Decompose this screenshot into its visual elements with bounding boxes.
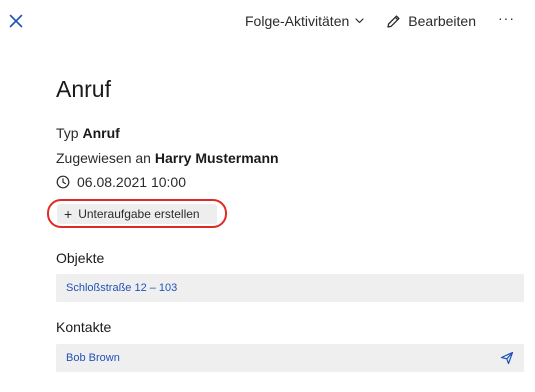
- page-title: Anruf: [56, 76, 111, 102]
- contacts-list-item: Bob Brown: [56, 344, 524, 372]
- more-options-icon: ···: [498, 10, 515, 26]
- object-link[interactable]: Schloßstraße 12 – 103: [66, 282, 177, 294]
- edit-button[interactable]: Bearbeiten: [386, 13, 476, 29]
- objects-list-item: Schloßstraße 12 – 103: [56, 274, 524, 302]
- contacts-heading: Kontakte: [56, 319, 112, 335]
- assigned-to-value: Harry Mustermann: [154, 150, 279, 166]
- close-icon: [9, 14, 23, 28]
- contact-link[interactable]: Bob Brown: [66, 352, 120, 364]
- topbar-actions: Folge-Aktivitäten Bearbeiten ···: [245, 10, 515, 32]
- followup-activities-button[interactable]: Folge-Aktivitäten: [245, 13, 364, 29]
- objects-heading: Objekte: [56, 250, 105, 266]
- activity-detail-panel: Folge-Aktivitäten Bearbeiten ··· Anruf T…: [0, 0, 535, 392]
- datetime-value: 06.08.2021 10:00: [77, 174, 186, 190]
- clock-icon: [56, 175, 70, 189]
- assigned-to-field: Zugewiesen an Harry Mustermann: [56, 150, 279, 166]
- create-subtask-button[interactable]: + Unteraufgabe erstellen: [57, 204, 217, 224]
- plus-icon: +: [64, 206, 73, 222]
- activity-type-value: Anruf: [82, 125, 120, 141]
- more-options-button[interactable]: ···: [498, 11, 515, 31]
- send-icon: [500, 351, 514, 365]
- edit-label: Bearbeiten: [408, 13, 476, 29]
- activity-type-prefix: Typ: [56, 125, 79, 141]
- close-button[interactable]: [6, 11, 26, 31]
- activity-type-field: Typ Anruf: [56, 125, 120, 141]
- assigned-to-prefix: Zugewiesen an: [56, 150, 151, 166]
- create-subtask-label: Unteraufgabe erstellen: [78, 207, 200, 221]
- chevron-down-icon: [355, 18, 364, 24]
- send-message-button[interactable]: [500, 351, 514, 365]
- pencil-icon: [387, 14, 400, 28]
- followup-activities-label: Folge-Aktivitäten: [245, 13, 350, 29]
- datetime-field: 06.08.2021 10:00: [56, 174, 186, 190]
